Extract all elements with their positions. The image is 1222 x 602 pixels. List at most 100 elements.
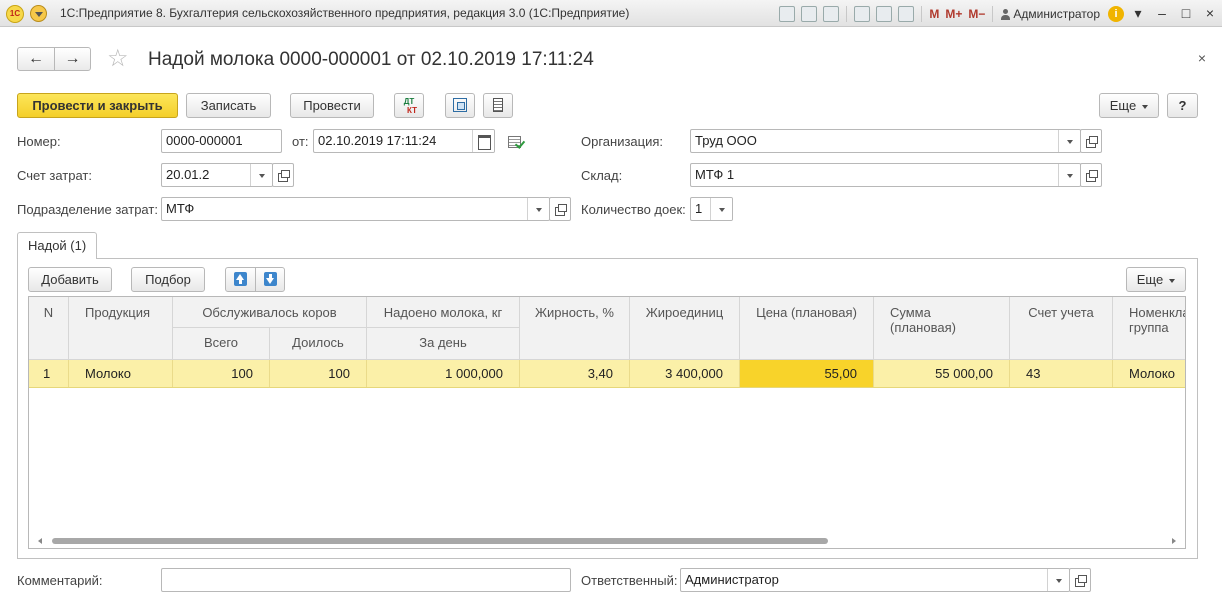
calendar-icon[interactable]	[472, 130, 494, 152]
scroll-thumb[interactable]	[52, 538, 828, 544]
dt-kt-button[interactable]: ДТ КТ	[394, 93, 424, 118]
header-n[interactable]: N	[29, 297, 69, 360]
table-more-label: Еще	[1136, 272, 1164, 287]
header-cows-group: Обслуживалось коров	[173, 297, 367, 328]
move-buttons	[225, 267, 285, 292]
header-product[interactable]: Продукция	[69, 297, 173, 360]
open-organization-icon[interactable]	[1080, 129, 1102, 153]
close-form-button[interactable]: ×	[1198, 50, 1206, 66]
number-field[interactable]: 0000-000001	[161, 129, 282, 153]
chevron-down-icon[interactable]	[527, 198, 549, 220]
scroll-right-icon[interactable]	[1172, 538, 1176, 544]
cell-per-day[interactable]: 1 000,000	[367, 360, 520, 387]
open-cost-account-icon[interactable]	[272, 163, 294, 187]
save-icon[interactable]	[779, 6, 796, 22]
main-menu-icon[interactable]	[30, 5, 47, 22]
print-icon[interactable]	[801, 6, 818, 22]
title-bar: 1С 1С:Предприятие 8. Бухгалтерия сельско…	[0, 0, 1222, 27]
chevron-down-icon[interactable]	[1058, 130, 1080, 152]
post-and-close-button[interactable]: Провести и закрыть	[17, 93, 178, 118]
header-milked[interactable]: Доилось	[270, 328, 367, 360]
memory-minus-button[interactable]: M−	[968, 7, 985, 21]
milkings-count-field[interactable]: 1	[690, 197, 733, 221]
cell-account[interactable]: 43	[1010, 360, 1113, 387]
chevron-down-icon[interactable]	[710, 198, 732, 220]
tab-milk-yield[interactable]: Надой (1)	[17, 232, 98, 259]
current-user[interactable]: Администратор	[1001, 7, 1100, 21]
close-window-button[interactable]: ×	[1198, 4, 1222, 24]
memory-button[interactable]: M	[929, 7, 939, 21]
list-icon	[493, 98, 503, 112]
favorite-star-icon[interactable]: ☆	[107, 46, 129, 72]
scroll-left-icon[interactable]	[38, 538, 42, 544]
comment-field[interactable]	[161, 568, 571, 592]
open-icon[interactable]	[854, 6, 871, 22]
calendar-icon[interactable]	[898, 6, 915, 22]
cell-nom-group[interactable]: Молоко	[1113, 360, 1185, 387]
header-sum[interactable]: Сумма (плановая)	[874, 297, 1010, 360]
move-down-button[interactable]	[255, 268, 284, 291]
user-name: Администратор	[1013, 7, 1100, 21]
report-button[interactable]	[483, 93, 513, 118]
chevron-down-icon[interactable]	[1058, 164, 1080, 186]
open-department-icon[interactable]	[549, 197, 571, 221]
move-up-button[interactable]	[226, 268, 255, 291]
header-per-day[interactable]: За день	[367, 328, 520, 360]
post-button[interactable]: Провести	[290, 93, 374, 118]
user-icon	[1001, 8, 1011, 20]
cost-account-label: Счет затрат:	[17, 168, 92, 183]
maximize-button[interactable]: □	[1174, 4, 1198, 24]
toolbar-separator	[846, 6, 848, 22]
responsible-value: Администратор	[685, 572, 779, 587]
horizontal-scrollbar[interactable]	[30, 535, 1184, 547]
header-total[interactable]: Всего	[173, 328, 270, 360]
open-warehouse-icon[interactable]	[1080, 163, 1102, 187]
header-account[interactable]: Счет учета	[1010, 297, 1113, 360]
header-nom-group[interactable]: Номенклатурная группа	[1113, 297, 1185, 360]
memory-plus-button[interactable]: M+	[945, 7, 962, 21]
milk-yield-table: N Продукция Обслуживалось коров Всего До…	[28, 296, 1186, 549]
cell-product[interactable]: Молоко	[69, 360, 173, 387]
minimize-button[interactable]: –	[1150, 4, 1174, 24]
organization-field[interactable]: Труд ООО	[690, 129, 1081, 153]
forward-button[interactable]: →	[54, 48, 90, 70]
add-row-button[interactable]: Добавить	[28, 267, 112, 292]
header-fat-units[interactable]: Жироединиц	[630, 297, 740, 360]
department-value: МТФ	[166, 201, 195, 216]
preview-icon[interactable]	[823, 6, 840, 22]
structure-button[interactable]	[445, 93, 475, 118]
warehouse-field[interactable]: МТФ 1	[690, 163, 1081, 187]
milkings-count-value: 1	[695, 201, 703, 216]
date-field[interactable]: 02.10.2019 17:11:24	[313, 129, 495, 153]
pick-button[interactable]: Подбор	[131, 267, 205, 292]
header-fat[interactable]: Жирность, %	[520, 297, 630, 360]
chevron-down-icon[interactable]	[250, 164, 272, 186]
more-label: Еще	[1109, 98, 1137, 113]
chevron-down-icon[interactable]: ▾	[1126, 4, 1150, 24]
more-button[interactable]: Еще	[1099, 93, 1159, 118]
open-responsible-icon[interactable]	[1069, 568, 1091, 592]
cell-fat-units[interactable]: 3 400,000	[630, 360, 740, 387]
cost-account-field[interactable]: 20.01.2	[161, 163, 273, 187]
cell-fat[interactable]: 3,40	[520, 360, 630, 387]
back-button[interactable]: ←	[18, 48, 54, 70]
cell-n[interactable]: 1	[29, 360, 69, 387]
header-price[interactable]: Цена (плановая)	[740, 297, 874, 360]
table-more-button[interactable]: Еще	[1126, 267, 1186, 292]
calculator-icon[interactable]	[876, 6, 893, 22]
info-icon[interactable]: i	[1108, 6, 1124, 22]
help-button[interactable]: ?	[1167, 93, 1198, 118]
responsible-field[interactable]: Администратор	[680, 568, 1070, 592]
save-button[interactable]: Записать	[186, 93, 271, 118]
chevron-down-icon[interactable]	[1047, 569, 1069, 591]
department-field[interactable]: МТФ	[161, 197, 550, 221]
cell-total[interactable]: 100	[173, 360, 270, 387]
table-row[interactable]: 1 Молоко 100 100 1 000,000 3,40 3 400,00…	[29, 360, 1185, 388]
cell-sum[interactable]: 55 000,00	[874, 360, 1010, 387]
system-toolbar: M M+ M− Администратор i ▾ – □ ×	[776, 3, 1222, 25]
chevron-down-icon	[1169, 278, 1176, 283]
cell-price[interactable]: 55,00	[740, 360, 874, 387]
cell-milked[interactable]: 100	[270, 360, 367, 387]
toolbar-separator	[921, 6, 923, 22]
organization-label: Организация:	[581, 134, 664, 149]
